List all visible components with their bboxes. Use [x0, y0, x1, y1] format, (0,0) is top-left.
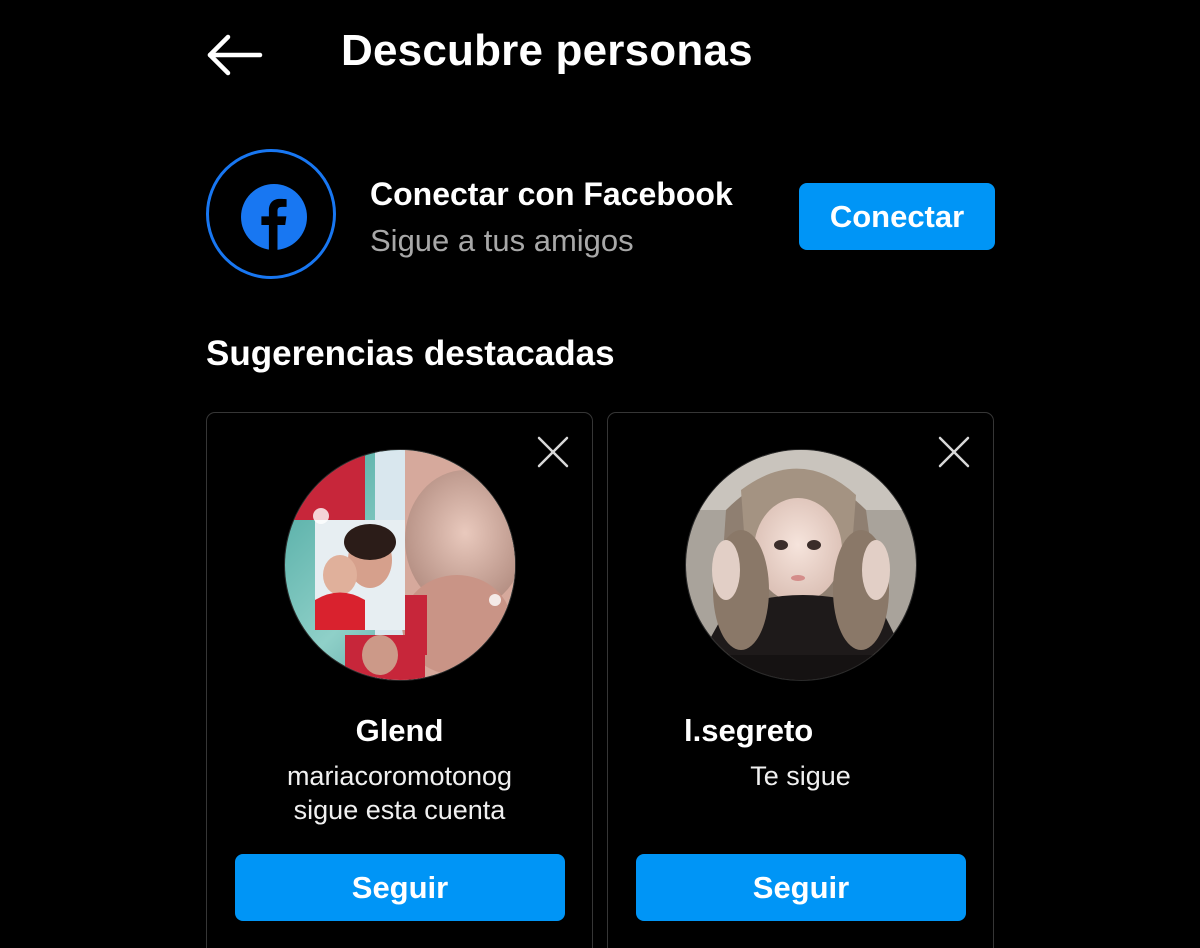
suggestion-context-line-1: Te sigue: [750, 761, 851, 791]
profile-photo: [285, 450, 515, 680]
arrow-left-icon: [207, 34, 263, 76]
facebook-connect-subtitle: Sigue a tus amigos: [370, 223, 634, 258]
avatar[interactable]: [284, 449, 516, 681]
close-icon: [537, 436, 569, 468]
suggestion-name[interactable]: Glend: [207, 713, 592, 749]
suggestion-card: Glend mariacoromotonog sigue esta cuenta…: [206, 412, 593, 948]
discover-people-screen: Descubre personas Conectar con Facebook …: [0, 0, 1200, 948]
dismiss-suggestion-button[interactable]: [937, 435, 971, 469]
suggestion-context-line-1: mariacoromotonog: [286, 761, 513, 791]
facebook-icon: [241, 184, 307, 250]
suggestion-name[interactable]: l.segreto: [684, 713, 813, 749]
suggestion-card: l.segreto Te sigue Seguir: [607, 412, 994, 948]
profile-photo: [686, 450, 916, 680]
facebook-badge: [206, 149, 336, 279]
follow-button[interactable]: Seguir: [235, 854, 565, 921]
connect-facebook-button[interactable]: Conectar: [799, 183, 995, 250]
close-icon: [938, 436, 970, 468]
page-title: Descubre personas: [341, 26, 753, 75]
facebook-connect-title: Conectar con Facebook: [370, 176, 733, 212]
back-button[interactable]: [204, 30, 264, 80]
dismiss-suggestion-button[interactable]: [536, 435, 570, 469]
section-title: Sugerencias destacadas: [206, 334, 615, 373]
follow-button[interactable]: Seguir: [636, 854, 966, 921]
avatar[interactable]: [685, 449, 917, 681]
suggestion-context-line-2: sigue esta cuenta: [293, 795, 506, 825]
